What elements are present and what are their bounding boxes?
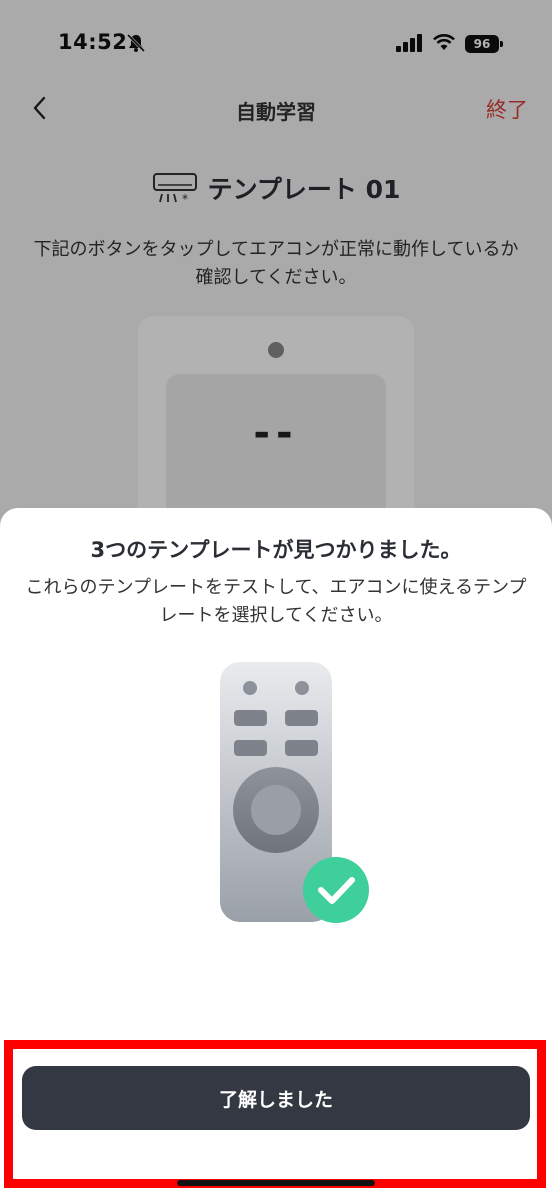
sheet-title: 3つのテンプレートが見つかりました。 [90, 538, 462, 562]
remote-with-check-icon [220, 662, 369, 923]
bottom-sheet: 3つのテンプレートが見つかりました。 これらのテンプレートをテストして、エアコン… [0, 508, 552, 1200]
acknowledge-button[interactable]: 了解しました [22, 1066, 530, 1130]
home-indicator[interactable] [177, 1180, 375, 1186]
sheet-description: これらのテンプレートをテストして、エアコンに使えるテンプレートを選択してください… [25, 577, 527, 626]
